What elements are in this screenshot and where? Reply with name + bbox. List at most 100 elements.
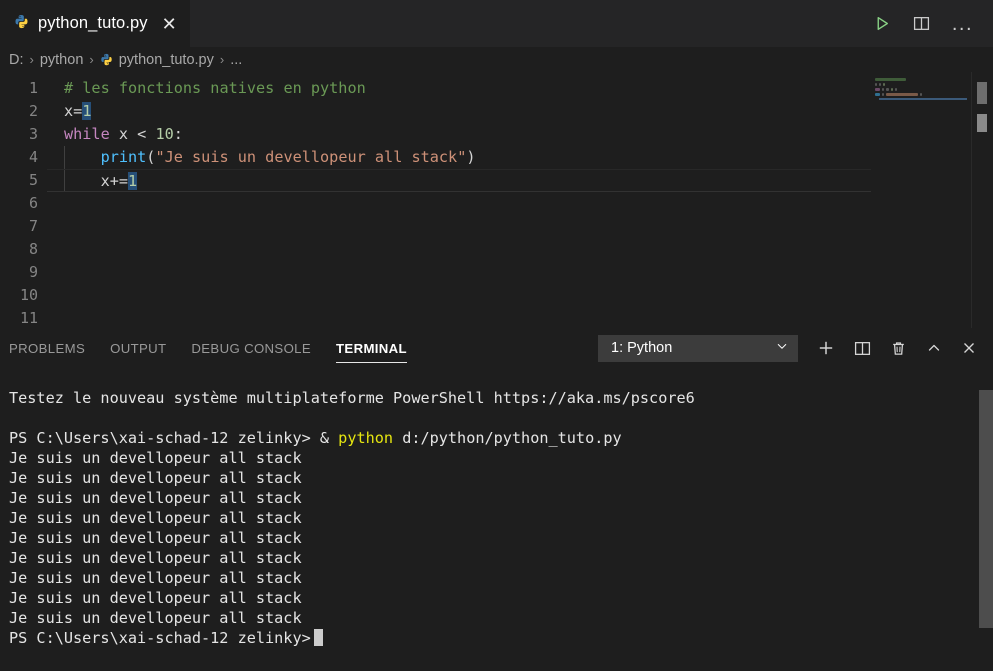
tab-output[interactable]: OUTPUT [110, 328, 166, 368]
terminal-selector-dropdown[interactable]: 1: Python [598, 334, 798, 362]
code-editor[interactable]: 1 2 3 4 5 6 7 8 9 10 11 # les fonctions natives en… [0, 72, 993, 328]
minimap-token [882, 93, 884, 96]
minimap-line [871, 98, 971, 101]
minimap-token [875, 88, 880, 91]
code-content[interactable]: # les fonctions natives en python x=1 whil… [47, 72, 993, 328]
minimap-token [882, 88, 884, 91]
minimap-line [871, 113, 971, 116]
terminal-output[interactable]: Testez le nouveau système multiplateform… [0, 368, 993, 671]
minimap-line [871, 108, 971, 111]
line-number: 3 [28, 125, 38, 143]
code-line[interactable] [47, 238, 993, 261]
code-token: x [64, 102, 74, 120]
terminal-line: PS C:\Users\xai-schad-12 zelinky> [9, 628, 993, 648]
editor-tab-python-tuto[interactable]: python_tuto.py ✕ [0, 0, 191, 47]
code-line[interactable] [47, 192, 993, 215]
minimap-token [875, 83, 877, 86]
terminal-text: Je suis un devellopeur all stack [9, 529, 302, 547]
minimap-token [895, 88, 897, 91]
breadcrumb-item-symbols[interactable]: ... [230, 52, 242, 68]
breadcrumb-label: D: [9, 51, 24, 68]
terminal-scrollbar-thumb[interactable] [979, 390, 993, 628]
terminal-line: Je suis un devellopeur all stack [9, 528, 993, 548]
chevron-up-icon[interactable] [926, 340, 942, 356]
code-line[interactable] [47, 261, 993, 284]
terminal-text: Je suis un devellopeur all stack [9, 489, 302, 507]
play-icon[interactable] [874, 15, 891, 32]
indent-guide [64, 170, 65, 191]
minimap-token [886, 93, 918, 96]
minimap-line [871, 78, 971, 81]
code-token: : [173, 125, 183, 143]
code-token: x [100, 172, 110, 190]
editor-scrollbar[interactable] [971, 72, 993, 328]
tab-label: python_tuto.py [38, 14, 148, 32]
code-token: 1 [128, 172, 138, 190]
python-icon [100, 52, 113, 68]
line-number-gutter: 1 2 3 4 5 6 7 8 9 10 11 [0, 72, 47, 328]
terminal-line: Je suis un devellopeur all stack [9, 468, 993, 488]
code-token: 10 [155, 125, 174, 143]
minimap-token [883, 83, 885, 86]
minimap[interactable] [871, 72, 971, 328]
panel-header: PROBLEMS OUTPUT DEBUG CONSOLE TERMINAL 1: P… [0, 328, 993, 368]
code-line[interactable]: while x < 10: [47, 123, 993, 146]
terminal-text: PS C:\Users\xai-schad-12 zelinky> & [9, 429, 339, 447]
code-token: print [100, 148, 147, 166]
minimap-token [875, 93, 880, 96]
minimap-line [871, 93, 971, 96]
panel-actions: 1: Python [598, 334, 977, 362]
vscode-window: python_tuto.py ✕ ... D: › python › pytho… [0, 0, 993, 671]
terminal-line: Je suis un devellopeur all stack [9, 608, 993, 628]
panel-tab-list: PROBLEMS OUTPUT DEBUG CONSOLE TERMINAL [9, 328, 407, 368]
terminal-scrollbar[interactable] [979, 368, 993, 671]
breadcrumb-label: ... [230, 51, 243, 68]
terminal-line: Je suis un devellopeur all stack [9, 588, 993, 608]
minimap-line [871, 128, 971, 131]
close-icon[interactable]: ✕ [162, 15, 177, 33]
minimap-selection [879, 98, 967, 100]
terminal-text: PS C:\Users\xai-schad-12 zelinky> [9, 629, 311, 647]
code-line[interactable]: x+=1 [47, 169, 993, 192]
minimap-line [871, 83, 971, 86]
split-editor-icon[interactable] [913, 15, 930, 32]
code-line[interactable] [47, 215, 993, 238]
code-token: < [128, 125, 156, 143]
trash-icon[interactable] [890, 340, 907, 357]
line-number: 4 [28, 148, 38, 166]
code-token: "Je suis un devellopeur all stack" [155, 148, 467, 166]
tab-problems[interactable]: PROBLEMS [9, 328, 85, 368]
terminal-text: Testez le nouveau système multiplateform… [9, 389, 695, 407]
tab-bar-empty-space [190, 0, 866, 47]
code-line[interactable]: # les fonctions natives en python [47, 77, 993, 100]
terminal-selector-value: 1: Python [611, 340, 673, 356]
line-number: 11 [19, 309, 38, 327]
terminal-text: Je suis un devellopeur all stack [9, 449, 302, 467]
breadcrumb-item-folder[interactable]: python [40, 52, 84, 68]
tab-terminal[interactable]: TERMINAL [336, 328, 407, 368]
close-icon[interactable] [961, 340, 977, 356]
terminal-lines: Testez le nouveau système multiplateform… [9, 388, 993, 648]
code-line[interactable] [47, 284, 993, 307]
tab-debug-console[interactable]: DEBUG CONSOLE [191, 328, 311, 368]
code-line[interactable] [47, 307, 993, 328]
split-icon[interactable] [854, 340, 871, 357]
terminal-cursor [313, 629, 323, 646]
terminal-line: PS C:\Users\xai-schad-12 zelinky> & pyth… [9, 428, 993, 448]
indent-guide [64, 146, 65, 169]
ellipsis-icon[interactable]: ... [952, 14, 973, 34]
code-token: # les fonctions natives en python [64, 79, 366, 97]
code-token: = [73, 102, 83, 120]
terminal-text: d:/python/python_tuto.py [393, 429, 622, 447]
breadcrumb-item-file[interactable]: python_tuto.py [100, 52, 214, 68]
breadcrumb-separator: › [89, 52, 94, 67]
minimap-token [891, 88, 893, 91]
plus-icon[interactable] [817, 339, 835, 357]
code-line[interactable]: x=1 [47, 100, 993, 123]
terminal-text: Je suis un devellopeur all stack [9, 509, 302, 527]
code-line[interactable]: print("Je suis un devellopeur all stack"… [47, 146, 993, 169]
breadcrumb-item-drive[interactable]: D: [9, 52, 24, 68]
line-number: 2 [28, 102, 38, 120]
